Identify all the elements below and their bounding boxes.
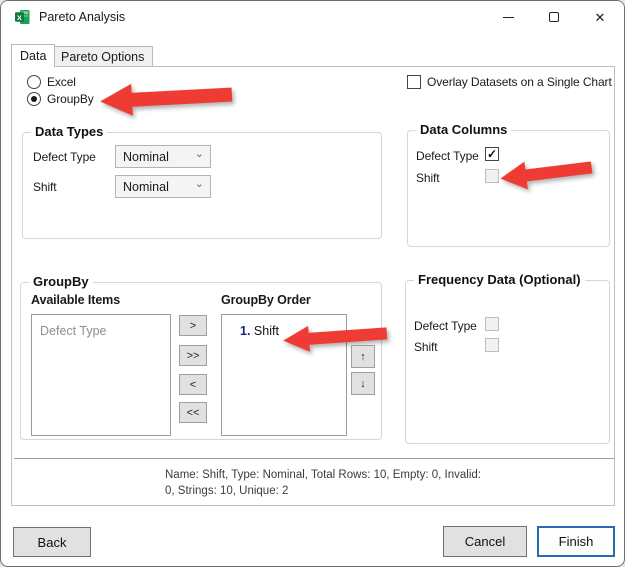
chevron-down-icon: ⌄: [194, 148, 204, 160]
tab-pareto-options[interactable]: Pareto Options: [52, 46, 154, 67]
excel-radio-label: Excel: [47, 75, 76, 89]
back-button[interactable]: Back: [13, 527, 91, 557]
status-text: Name: Shift, Type: Nominal, Total Rows: …: [165, 467, 481, 499]
order-item-label: Shift: [253, 324, 279, 338]
chevron-down-icon: ⌄: [194, 178, 204, 190]
frequency-row-label: Shift: [414, 340, 438, 354]
minimize-button[interactable]: [485, 1, 531, 33]
data-types-groupbox: Data Types Defect Type Nominal ⌄ Shift N…: [22, 124, 382, 239]
cancel-button[interactable]: Cancel: [443, 526, 527, 557]
move-all-right-button[interactable]: >>: [179, 345, 207, 366]
groupby-title: GroupBy: [29, 274, 93, 289]
shift-datatype-dropdown[interactable]: Nominal ⌄: [115, 175, 211, 198]
data-types-row-label: Defect Type: [33, 150, 96, 164]
maximize-icon: [549, 12, 559, 22]
excel-radio[interactable]: [27, 75, 41, 89]
red-arrow-groupby: [100, 83, 233, 116]
status-line-2: 0, Strings: 10, Unique: 2: [165, 485, 289, 497]
overlay-datasets-checkbox[interactable]: [407, 75, 421, 89]
frequency-row-label: Defect Type: [414, 319, 477, 333]
move-down-button[interactable]: ↓: [351, 372, 375, 395]
data-tab-page: Excel GroupBy Overlay Datasets on a Sing…: [11, 66, 615, 506]
shift-frequency-checkbox[interactable]: [485, 338, 499, 352]
move-left-button[interactable]: <: [179, 374, 207, 395]
maximize-button[interactable]: [531, 1, 577, 33]
excel-app-icon: x: [15, 10, 30, 24]
shift-datatype-value: Nominal: [123, 179, 169, 194]
status-line-1: Name: Shift, Type: Nominal, Total Rows: …: [165, 469, 481, 481]
frequency-data-groupbox: Frequency Data (Optional) Defect Type Sh…: [405, 272, 610, 444]
minimize-icon: [502, 16, 514, 18]
window-title: Pareto Analysis: [39, 10, 126, 24]
pareto-analysis-dialog: x Pareto Analysis ✕ Data Pareto Options …: [0, 0, 625, 567]
groupby-groupbox: GroupBy Available Items Defect Type > >>…: [20, 274, 388, 440]
groupby-order-item[interactable]: 1. Shift: [240, 324, 279, 338]
frequency-data-title: Frequency Data (Optional): [414, 272, 585, 287]
red-arrow-shift-checkbox: [500, 161, 593, 190]
move-all-left-button[interactable]: <<: [179, 402, 207, 423]
order-index: 1.: [240, 324, 251, 338]
groupby-radio-label: GroupBy: [47, 92, 94, 106]
defect-type-frequency-checkbox[interactable]: [485, 317, 499, 331]
close-button[interactable]: ✕: [577, 1, 623, 33]
titlebar: x Pareto Analysis ✕: [1, 1, 624, 33]
available-item[interactable]: Defect Type: [40, 324, 106, 338]
tab-data[interactable]: Data: [11, 44, 56, 67]
available-items-listbox[interactable]: Defect Type: [31, 314, 171, 436]
move-up-button[interactable]: ↑: [351, 345, 375, 368]
data-columns-row-label: Defect Type: [416, 149, 479, 163]
groupby-order-label: GroupBy Order: [221, 293, 311, 307]
svg-text:x: x: [17, 12, 22, 22]
defect-type-column-checkbox[interactable]: ✓: [485, 147, 499, 161]
status-separator: [14, 458, 614, 459]
check-icon: ✓: [486, 147, 498, 161]
close-icon: ✕: [594, 9, 606, 25]
shift-column-checkbox[interactable]: [485, 169, 499, 183]
data-columns-title: Data Columns: [416, 122, 512, 137]
overlay-datasets-label: Overlay Datasets on a Single Chart: [427, 75, 612, 89]
data-types-row-label: Shift: [33, 180, 57, 194]
groupby-radio[interactable]: [27, 92, 41, 106]
defect-type-datatype-dropdown[interactable]: Nominal ⌄: [115, 145, 211, 168]
data-types-title: Data Types: [31, 124, 108, 139]
data-columns-row-label: Shift: [416, 171, 440, 185]
window-controls: ✕: [485, 1, 623, 33]
data-columns-groupbox: Data Columns Defect Type ✓ Shift: [407, 122, 610, 247]
move-right-button[interactable]: >: [179, 315, 207, 336]
finish-button[interactable]: Finish: [537, 526, 615, 557]
defect-type-datatype-value: Nominal: [123, 149, 169, 164]
available-items-label: Available Items: [31, 293, 121, 307]
